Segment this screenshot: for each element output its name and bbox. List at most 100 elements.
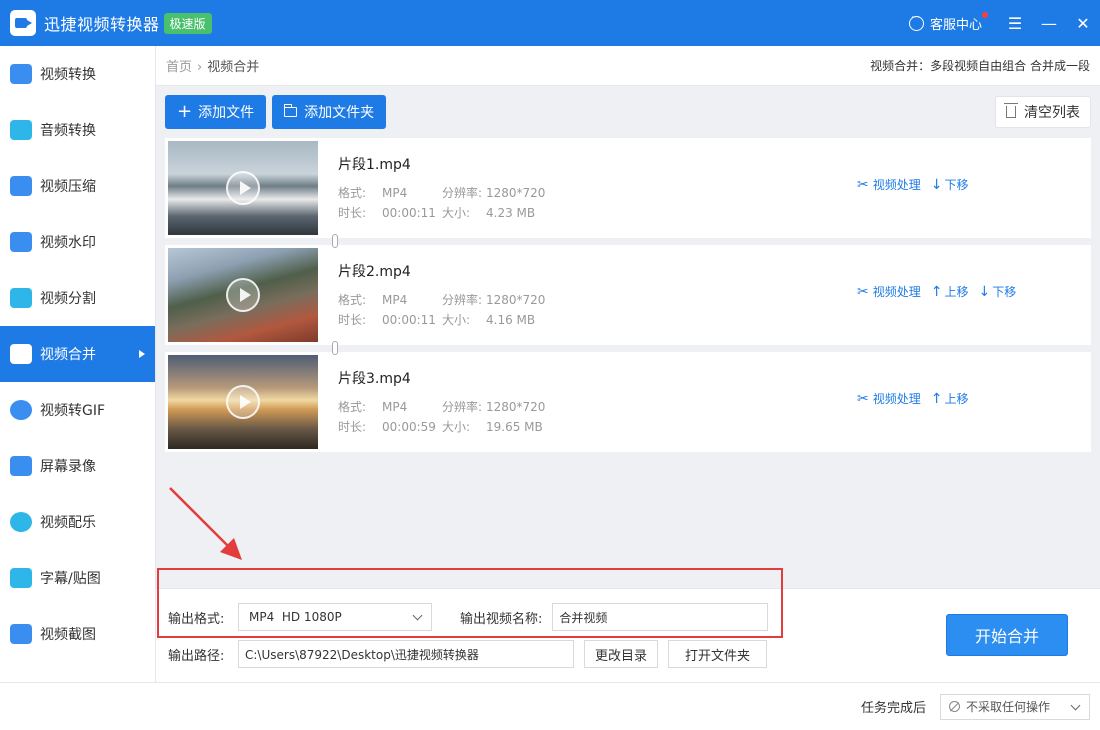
sidebar-item-video-merge[interactable]: 视频合并 — [0, 326, 155, 382]
sidebar-item-subtitle[interactable]: 字幕/贴图 — [0, 550, 155, 606]
sidebar-item-video-split[interactable]: 视频分割 — [0, 270, 155, 326]
video-process-label: 视频处理 — [872, 392, 921, 406]
scissors-icon: ✂ — [857, 283, 869, 300]
move-down-label: 下移 — [944, 178, 969, 192]
sidebar-item-label: 屏幕录像 — [40, 459, 96, 475]
size-value: 19.65 MB — [486, 419, 543, 434]
format-value: MP4 — [382, 292, 408, 307]
sidebar-item-video-convert[interactable]: 视频转换 — [0, 46, 155, 102]
resolution-value: 1280*720 — [486, 399, 546, 414]
change-directory-button[interactable]: 更改目录 — [584, 640, 659, 668]
after-task-label: 任务完成后 — [860, 701, 926, 716]
output-format-select[interactable]: MP4 HD 1080P — [238, 603, 432, 631]
service-center-label: 客服中心 — [929, 17, 982, 33]
sidebar-item-label: 视频配乐 — [40, 515, 96, 531]
file-name: 片段3.mp4 — [338, 370, 411, 387]
video-thumbnail[interactable] — [168, 248, 318, 342]
sidebar-item-label: 字幕/贴图 — [40, 571, 101, 587]
move-up-button[interactable]: ↑ 上移 — [931, 283, 969, 300]
size-value: 4.16 MB — [486, 312, 536, 327]
sidebar-item-label: 视频转换 — [40, 67, 96, 83]
clear-list-button[interactable]: 清空列表 — [995, 96, 1091, 128]
play-icon[interactable] — [226, 385, 260, 419]
chat-icon — [908, 13, 924, 31]
move-down-button[interactable]: ↓ 下移 — [979, 283, 1017, 300]
file-info: 片段3.mp4 格式: MP4 分辨率: 1280*720 时长: 00:00:… — [338, 368, 546, 437]
active-arrow-icon — [139, 350, 145, 358]
file-list: 片段1.mp4 格式: MP4 分辨率: 1280*720 时长: 00:00:… — [156, 138, 1100, 452]
size-value: 4.23 MB — [486, 205, 536, 220]
menu-icon: ☰ — [1007, 13, 1023, 33]
open-folder-button[interactable]: 打开文件夹 — [668, 640, 768, 668]
arrow-down-icon: ↓ — [930, 176, 943, 193]
video-process-button[interactable]: ✂ 视频处理 — [857, 390, 921, 407]
sidebar-item-video-screenshot[interactable]: 视频截图 — [0, 606, 155, 662]
video-process-button[interactable]: ✂ 视频处理 — [857, 283, 921, 300]
status-bar: 任务完成后 不采取任何操作 — [0, 682, 1100, 730]
sidebar-item-audio-convert[interactable]: 音频转换 — [0, 102, 155, 158]
ban-icon — [949, 701, 960, 712]
move-down-button[interactable]: ↓ 下移 — [931, 176, 969, 193]
chevron-down-icon — [1070, 700, 1081, 710]
sidebar-item-label: 视频转GIF — [40, 403, 106, 419]
arrow-down-icon: ↓ — [978, 283, 991, 300]
sidebar-item-label: 视频分割 — [40, 291, 96, 307]
video-thumbnail[interactable] — [168, 141, 318, 235]
scissors-icon: ✂ — [857, 390, 869, 407]
arrow-up-icon: ↑ — [930, 390, 943, 407]
close-button[interactable]: ✕ — [1066, 0, 1100, 46]
resolution-label: 分辨率: — [442, 185, 483, 200]
screen-record-icon — [10, 456, 32, 476]
sidebar: 视频转换 音频转换 视频压缩 视频水印 视频分割 视频合并 视频转GIF 屏幕录… — [0, 46, 156, 682]
subtitle-icon — [10, 568, 32, 588]
duration-value: 00:00:11 — [382, 312, 436, 327]
move-up-button[interactable]: ↑ 上移 — [931, 390, 969, 407]
sidebar-item-video-compress[interactable]: 视频压缩 — [0, 158, 155, 214]
video-process-label: 视频处理 — [872, 285, 921, 299]
resolution-value: 1280*720 — [486, 292, 546, 307]
move-up-label: 上移 — [944, 392, 969, 406]
breadcrumb-separator-icon: › — [197, 60, 203, 75]
start-merge-button[interactable]: 开始合并 — [946, 614, 1068, 656]
menu-button[interactable]: ☰ — [998, 0, 1032, 46]
screenshot-icon — [10, 624, 32, 644]
minimize-icon: — — [1041, 13, 1057, 33]
folder-icon — [283, 104, 298, 117]
duration-label: 时长: — [338, 312, 367, 327]
trash-icon — [1004, 103, 1018, 118]
output-name-input[interactable] — [552, 603, 769, 631]
after-task-select[interactable]: 不采取任何操作 — [940, 693, 1090, 720]
output-path-input[interactable] — [238, 640, 574, 668]
link-icon — [332, 234, 338, 248]
output-settings: 输出格式: MP4 HD 1080P 输出视频名称: 输出路径: 更改目录 打开… — [156, 568, 1100, 682]
close-icon: ✕ — [1076, 13, 1090, 33]
chevron-down-icon — [412, 610, 423, 621]
minimize-button[interactable]: — — [1032, 0, 1066, 46]
add-file-button[interactable]: + 添加文件 — [165, 95, 267, 129]
main-panel: 首页 › 视频合并 视频合并：多段视频自由组合 合并成一段 + 添加文件 添加文件夹… — [156, 46, 1100, 682]
plus-icon: + — [177, 101, 193, 122]
gif-icon — [10, 400, 32, 420]
sidebar-item-screen-record[interactable]: 屏幕录像 — [0, 438, 155, 494]
scissors-icon: ✂ — [857, 176, 869, 193]
resolution-value: 1280*720 — [486, 185, 546, 200]
file-actions: ✂ 视频处理 ↓ 下移 — [857, 176, 979, 193]
video-thumbnail[interactable] — [168, 355, 318, 449]
breadcrumb-home[interactable]: 首页 — [166, 60, 192, 75]
play-icon[interactable] — [226, 278, 260, 312]
edition-badge: 极速版 — [163, 12, 212, 34]
app-logo-icon — [10, 10, 36, 36]
breadcrumb: 首页 › 视频合并 — [166, 56, 259, 75]
music-icon — [10, 512, 32, 532]
video-watermark-icon — [10, 232, 32, 252]
sidebar-item-video-gif[interactable]: 视频转GIF — [0, 382, 155, 438]
sidebar-item-video-music[interactable]: 视频配乐 — [0, 494, 155, 550]
service-center-button[interactable]: 客服中心 — [908, 11, 988, 33]
add-folder-button[interactable]: 添加文件夹 — [272, 95, 387, 129]
play-icon[interactable] — [226, 171, 260, 205]
sidebar-item-video-watermark[interactable]: 视频水印 — [0, 214, 155, 270]
sidebar-item-label: 视频合并 — [40, 347, 96, 363]
video-process-button[interactable]: ✂ 视频处理 — [857, 176, 921, 193]
sidebar-item-label: 视频截图 — [40, 627, 96, 643]
file-name: 片段1.mp4 — [338, 156, 411, 173]
